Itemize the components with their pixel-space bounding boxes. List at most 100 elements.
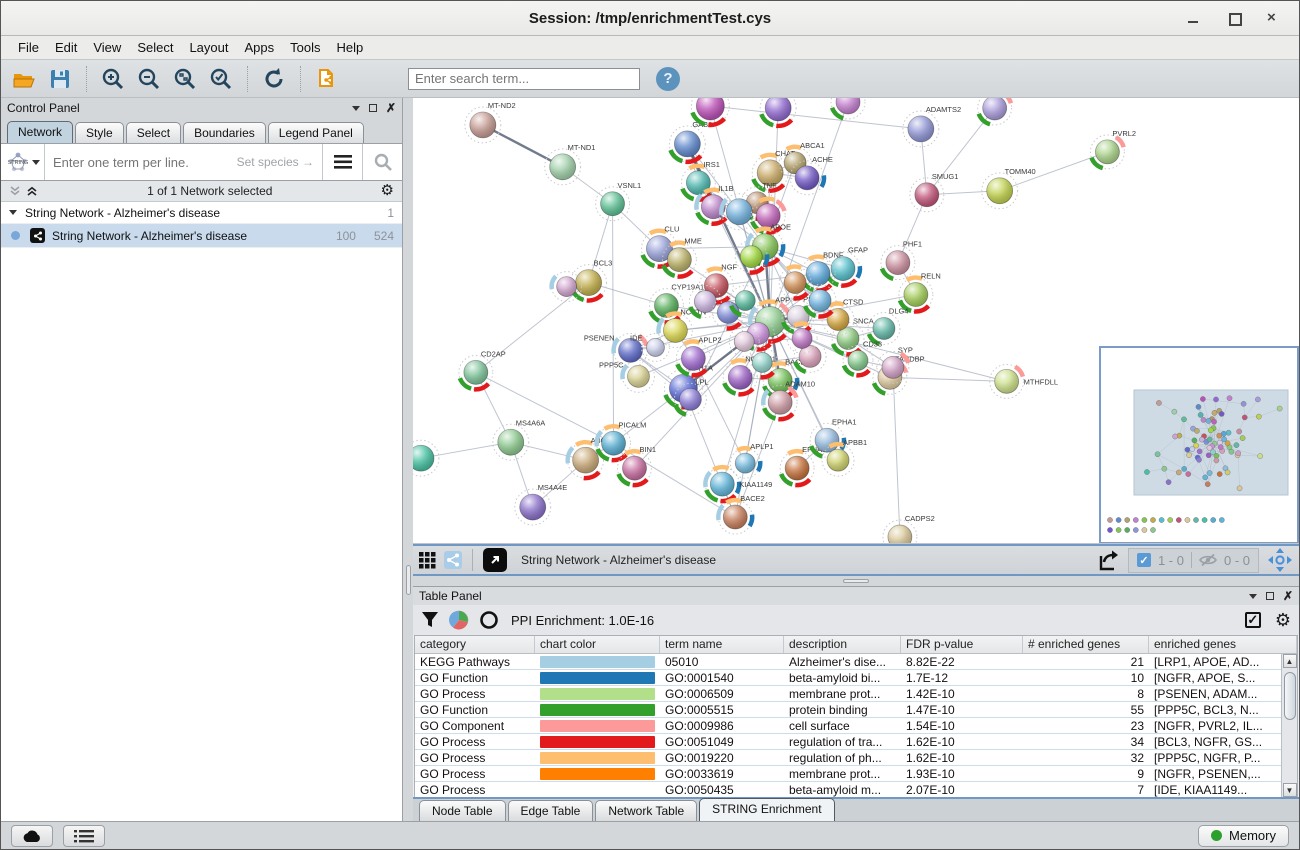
- tab-boundaries[interactable]: Boundaries: [183, 122, 266, 143]
- tab-network-table[interactable]: Network Table: [595, 800, 697, 821]
- gear-icon[interactable]: ⚙: [381, 184, 394, 198]
- column-header-term-name[interactable]: term name: [660, 636, 784, 653]
- network-node[interactable]: MS4A4E: [515, 483, 567, 525]
- network-edge[interactable]: [893, 367, 900, 537]
- grid-view-icon[interactable]: [419, 552, 436, 569]
- menu-tools[interactable]: Tools: [283, 38, 327, 57]
- network-node[interactable]: [831, 98, 865, 119]
- birdseye-view[interactable]: [1099, 346, 1299, 544]
- network-node[interactable]: APLP2: [676, 335, 721, 375]
- table-row[interactable]: GO ProcessGO:0033619membrane prot...1.93…: [415, 766, 1281, 782]
- menu-file[interactable]: File: [11, 38, 46, 57]
- share-view-icon[interactable]: [444, 551, 462, 569]
- column-header-fdr-p-value[interactable]: FDR p-value: [901, 636, 1023, 653]
- tab-select[interactable]: Select: [126, 122, 181, 143]
- menu-layout[interactable]: Layout: [182, 38, 235, 57]
- menu-select[interactable]: Select: [130, 38, 180, 57]
- network-node[interactable]: GAB2: [669, 120, 712, 162]
- network-node[interactable]: [760, 98, 796, 126]
- table-row[interactable]: GO ComponentGO:0009986cell surface1.54E-…: [415, 718, 1281, 734]
- column-header-chart-color[interactable]: chart color: [535, 636, 660, 653]
- string-search-button[interactable]: [362, 144, 402, 180]
- string-query-input[interactable]: [45, 144, 322, 180]
- save-session-button[interactable]: [45, 64, 75, 94]
- expand-all-icon[interactable]: [26, 185, 39, 197]
- panel-float-icon[interactable]: [369, 104, 377, 112]
- cloud-tasks-button[interactable]: [11, 825, 53, 847]
- network-node[interactable]: CD2AP: [459, 349, 506, 389]
- column-header-description[interactable]: description: [784, 636, 901, 653]
- zoom-out-button[interactable]: [134, 64, 164, 94]
- tab-style[interactable]: Style: [75, 122, 124, 143]
- network-row[interactable]: String Network - Alzheimer's disease 100…: [1, 224, 402, 248]
- open-session-button[interactable]: [9, 64, 39, 94]
- network-node[interactable]: PVRL2: [1090, 129, 1136, 169]
- network-node[interactable]: CADPS2: [883, 514, 935, 543]
- scroll-down-arrow[interactable]: ▼: [1283, 783, 1297, 797]
- settings-gear-icon[interactable]: ⚙: [1275, 613, 1291, 627]
- network-edge[interactable]: [476, 283, 589, 373]
- network-edge[interactable]: [483, 125, 563, 167]
- menu-apps[interactable]: Apps: [238, 38, 282, 57]
- table-row[interactable]: GO FunctionGO:0001540beta-amyloid bi...1…: [415, 670, 1281, 686]
- panel-close-icon[interactable]: ✗: [1283, 591, 1293, 601]
- table-row[interactable]: GO ProcessGO:0050435beta-amyloid m...2.0…: [415, 782, 1281, 797]
- refresh-button[interactable]: [259, 64, 289, 94]
- network-edge[interactable]: [613, 204, 614, 443]
- network-collection-row[interactable]: String Network - Alzheimer's disease 1: [1, 202, 402, 224]
- table-row[interactable]: GO ProcessGO:0019220regulation of ph...1…: [415, 750, 1281, 766]
- detach-view-button[interactable]: [483, 548, 507, 572]
- tab-network[interactable]: Network: [7, 121, 73, 143]
- table-row[interactable]: KEGG Pathways05010Alzheimer's dise...8.8…: [415, 654, 1281, 670]
- string-logo-dropdown[interactable]: STRING: [1, 144, 45, 180]
- pie-chart-icon[interactable]: [449, 610, 469, 630]
- tab-node-table[interactable]: Node Table: [419, 800, 506, 821]
- ring-icon[interactable]: [479, 610, 499, 630]
- table-row[interactable]: GO FunctionGO:0005515protein binding1.47…: [415, 702, 1281, 718]
- column-header-category[interactable]: category: [415, 636, 535, 653]
- network-canvas[interactable]: MT-ND2MT-ND1VSNL1GAB2IRS1CHATABCA1ACHETN…: [413, 98, 1299, 544]
- network-node[interactable]: MS4A4A: [413, 440, 439, 476]
- tab-legend-panel[interactable]: Legend Panel: [268, 122, 364, 143]
- network-node[interactable]: PPP5C: [599, 360, 654, 392]
- zoom-selected-button[interactable]: [206, 64, 236, 94]
- close-button[interactable]: ×: [1267, 11, 1281, 25]
- tab-edge-table[interactable]: Edge Table: [508, 800, 594, 821]
- selected-checkbox-icon[interactable]: ✓: [1137, 553, 1151, 567]
- network-node[interactable]: MT-ND1: [545, 143, 596, 185]
- network-node[interactable]: PHF1: [881, 240, 922, 280]
- network-node[interactable]: [978, 98, 1012, 125]
- network-node[interactable]: BCL3: [571, 259, 613, 301]
- network-node[interactable]: APLP1: [730, 442, 773, 478]
- network-node[interactable]: SMUG1: [910, 172, 959, 212]
- network-node[interactable]: VSNL1: [596, 181, 642, 221]
- scroll-up-arrow[interactable]: ▲: [1283, 654, 1297, 668]
- panel-collapse-icon[interactable]: [1249, 594, 1257, 599]
- panel-collapse-icon[interactable]: [352, 106, 360, 111]
- splitter-grip[interactable]: [843, 579, 869, 583]
- minimize-button[interactable]: [1187, 11, 1201, 25]
- maximize-button[interactable]: [1227, 11, 1241, 25]
- column-header--enriched-genes[interactable]: # enriched genes: [1023, 636, 1149, 653]
- column-header-enriched-genes[interactable]: enriched genes: [1149, 636, 1297, 653]
- menu-view[interactable]: View: [86, 38, 128, 57]
- network-node[interactable]: MT-ND2: [465, 101, 516, 143]
- panel-splitter[interactable]: [403, 98, 413, 821]
- network-node[interactable]: EFNA5: [780, 445, 826, 485]
- export-network-button[interactable]: [312, 64, 342, 94]
- vertical-scrollbar[interactable]: ▲ ▼: [1281, 654, 1297, 797]
- zoom-fit-button[interactable]: [170, 64, 200, 94]
- table-splitter[interactable]: [413, 576, 1299, 586]
- zoom-in-button[interactable]: [98, 64, 128, 94]
- tab-string-enrichment[interactable]: STRING Enrichment: [699, 798, 834, 821]
- menu-edit[interactable]: Edit: [48, 38, 84, 57]
- filter-icon[interactable]: [421, 611, 439, 629]
- select-rows-icon[interactable]: ✓: [1245, 612, 1261, 628]
- help-button[interactable]: ?: [656, 67, 680, 91]
- network-edge[interactable]: [710, 106, 921, 129]
- network-edge[interactable]: [476, 372, 614, 443]
- table-row[interactable]: GO ProcessGO:0051049regulation of tra...…: [415, 734, 1281, 750]
- network-node[interactable]: TOMM40: [982, 167, 1036, 209]
- splitter-grip[interactable]: [406, 565, 411, 595]
- panel-close-icon[interactable]: ✗: [386, 103, 396, 113]
